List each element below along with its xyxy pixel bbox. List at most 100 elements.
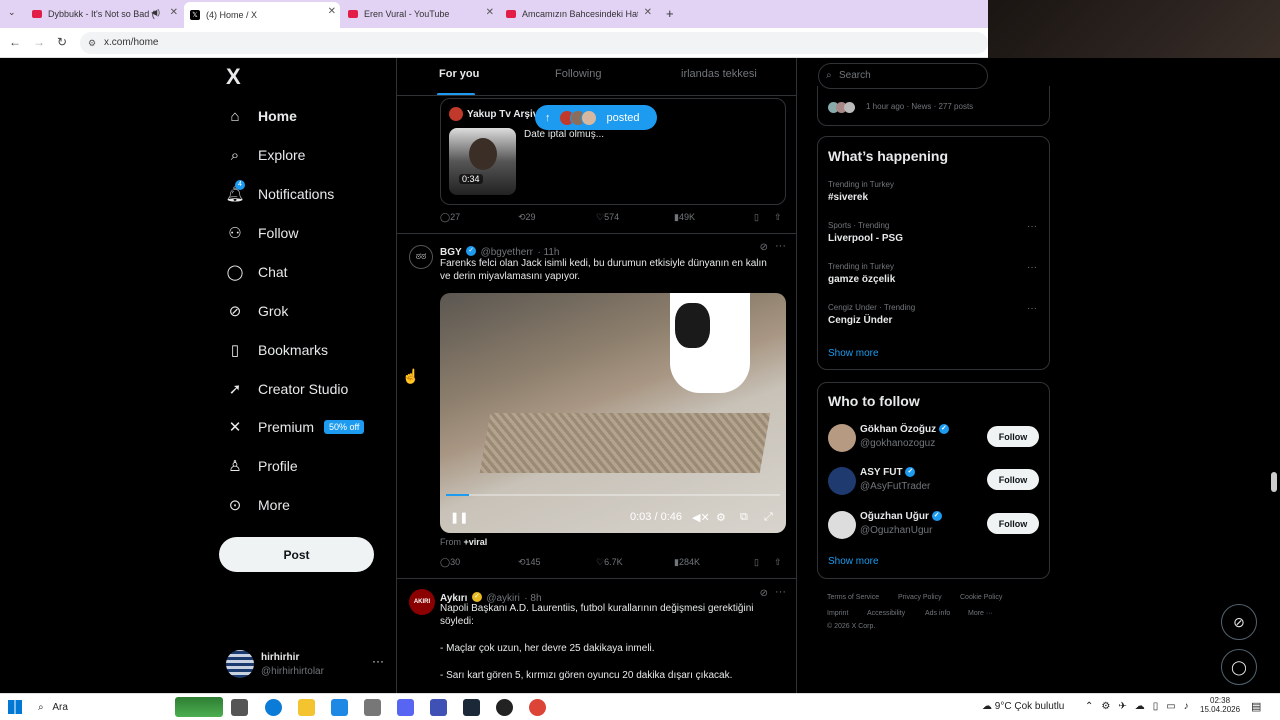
tab-list-dropdown[interactable]: ⌄ bbox=[8, 7, 16, 18]
new-posts-pill[interactable]: ↑ posted bbox=[535, 105, 657, 130]
settings-icon[interactable]: ⚙ bbox=[716, 511, 726, 524]
trend-title[interactable]: Liverpool - PSG bbox=[828, 233, 903, 244]
nav-follow[interactable]: ⚇ Follow bbox=[226, 218, 298, 248]
browser-tab-4[interactable]: Amcamızın Bahcesindeki Hatala ✕ bbox=[500, 3, 656, 25]
footer-link[interactable]: Cookie Policy bbox=[960, 594, 1002, 601]
trend-more-icon[interactable]: ··· bbox=[1027, 262, 1037, 273]
suggestion-name[interactable]: ASY FUT ✓ bbox=[860, 467, 916, 478]
mute-icon[interactable]: ◀✕ bbox=[692, 511, 710, 524]
close-tab-icon[interactable]: ✕ bbox=[486, 7, 494, 18]
task-view-icon[interactable] bbox=[231, 699, 248, 716]
footer-link[interactable]: Imprint bbox=[827, 610, 848, 617]
footer-link[interactable]: More ··· bbox=[968, 610, 993, 617]
chrome-icon[interactable] bbox=[529, 699, 546, 716]
browser-tab-1[interactable]: Dybbukk - It's Not so Bad ( ◀) ✕ bbox=[26, 3, 182, 25]
share-icon[interactable]: ⇧ bbox=[774, 557, 782, 568]
windows-start-icon[interactable] bbox=[8, 700, 22, 714]
suggestion-name[interactable]: Oğuzhan Uğur ✓ bbox=[860, 511, 942, 522]
more-options-icon[interactable]: ··· bbox=[775, 586, 786, 598]
trend-title[interactable]: Cengiz Ünder bbox=[828, 315, 892, 326]
taskbar-search[interactable]: ⌕ Ara bbox=[32, 698, 172, 717]
notification-center-icon[interactable]: ▤ bbox=[1251, 700, 1261, 713]
show-more-link[interactable]: Show more bbox=[828, 556, 879, 567]
clock[interactable]: 02:38 15.04.2026 bbox=[1200, 696, 1240, 714]
pip-icon[interactable]: ⧉ bbox=[740, 511, 748, 524]
footer-link[interactable]: Accessibility bbox=[867, 610, 905, 617]
reply-button[interactable]: ◯ 30 bbox=[440, 557, 460, 568]
repost-button[interactable]: ⟲ 29 bbox=[518, 212, 536, 223]
trend-more-icon[interactable]: ··· bbox=[1027, 303, 1037, 314]
obs-icon[interactable] bbox=[496, 699, 513, 716]
repost-button[interactable]: ⟲ 145 bbox=[518, 557, 541, 568]
tab-for-you[interactable]: For you bbox=[439, 68, 479, 80]
views-button[interactable]: ▮ 49K bbox=[674, 212, 695, 223]
reply-button[interactable]: ◯ 27 bbox=[440, 212, 460, 223]
trend-title[interactable]: #siverek bbox=[828, 192, 868, 203]
browser-tab-2[interactable]: 𝕏 (4) Home / X ✕ bbox=[184, 2, 340, 28]
chat-float-button[interactable]: ◯ bbox=[1221, 649, 1257, 685]
system-tray[interactable]: ⌃⚙✈☁▯▭♪ bbox=[1085, 701, 1197, 712]
quoted-thumbnail[interactable]: 0:34 bbox=[449, 128, 516, 195]
close-tab-icon[interactable]: ✕ bbox=[328, 6, 336, 17]
site-info-icon[interactable]: ⚙ bbox=[88, 32, 96, 54]
nav-explore[interactable]: ⌕ Explore bbox=[226, 140, 306, 170]
trend-title[interactable]: gamze özçelik bbox=[828, 274, 895, 285]
grok-float-button[interactable]: ⊘ bbox=[1221, 604, 1257, 640]
nav-grok[interactable]: ⊘ Grok bbox=[226, 296, 289, 326]
tab-irlandas-tekkesi[interactable]: irlandas tekkesi bbox=[681, 68, 757, 80]
post-button[interactable]: Post bbox=[219, 537, 374, 572]
discord-icon[interactable] bbox=[397, 699, 414, 716]
new-tab-button[interactable]: + bbox=[666, 6, 674, 21]
nav-premium[interactable]: ✕ Premium 50% off bbox=[226, 412, 365, 442]
forward-icon[interactable]: → bbox=[33, 35, 45, 49]
account-switcher[interactable]: hirhirhir @hirhirhirtolar ··· bbox=[226, 648, 388, 684]
nav-profile[interactable]: ♙ Profile bbox=[226, 451, 297, 481]
follow-button[interactable]: Follow bbox=[987, 469, 1039, 490]
account-more-icon[interactable]: ··· bbox=[372, 654, 384, 668]
browser-tab-3[interactable]: Eren Vural - YouTube ✕ bbox=[342, 3, 498, 25]
follow-button[interactable]: Follow bbox=[987, 513, 1039, 534]
speaker-icon[interactable]: ◀) bbox=[151, 8, 160, 17]
news-card[interactable]: 1 hour ago · News · 277 posts bbox=[817, 86, 1050, 126]
bookmark-icon[interactable]: ▯ bbox=[754, 212, 759, 223]
tab-following[interactable]: Following bbox=[555, 68, 601, 80]
store-icon[interactable] bbox=[331, 699, 348, 716]
nav-home[interactable]: ⌂ Home bbox=[226, 101, 296, 131]
grok-icon[interactable]: ⊘ bbox=[760, 242, 768, 253]
reload-icon[interactable]: ↻ bbox=[57, 35, 67, 49]
steam-icon[interactable] bbox=[463, 699, 480, 716]
avatar[interactable] bbox=[828, 511, 856, 539]
video-player[interactable]: ❚❚ 0:03 / 0:46 ◀✕ ⚙ ⧉ ⤢ bbox=[440, 293, 786, 533]
follow-button[interactable]: Follow bbox=[987, 426, 1039, 447]
files-icon[interactable] bbox=[364, 699, 381, 716]
from-source-link[interactable]: +viral bbox=[464, 537, 488, 547]
app-icon[interactable] bbox=[430, 699, 447, 716]
footer-link[interactable]: Terms of Service bbox=[827, 594, 879, 601]
file-explorer-icon[interactable] bbox=[298, 699, 315, 716]
avatar[interactable] bbox=[828, 424, 856, 452]
share-icon[interactable]: ⇧ bbox=[774, 212, 782, 223]
close-tab-icon[interactable]: ✕ bbox=[644, 7, 652, 18]
views-button[interactable]: ▮ 284K bbox=[674, 557, 700, 568]
grok-icon[interactable]: ⊘ bbox=[760, 588, 768, 599]
like-button[interactable]: ♡ 6.7K bbox=[596, 557, 623, 568]
show-more-link[interactable]: Show more bbox=[828, 348, 879, 359]
trend-more-icon[interactable]: ··· bbox=[1027, 221, 1037, 232]
video-progress-bar[interactable] bbox=[446, 494, 780, 496]
close-tab-icon[interactable]: ✕ bbox=[170, 7, 178, 18]
suggestion-name[interactable]: Gökhan Özoğuz ✓ bbox=[860, 424, 949, 435]
footer-link[interactable]: Ads info bbox=[925, 610, 950, 617]
back-icon[interactable]: ← bbox=[9, 35, 21, 49]
pause-icon[interactable]: ❚❚ bbox=[450, 511, 468, 524]
nav-notifications[interactable]: 🔔︎ 4 Notifications bbox=[225, 179, 334, 209]
more-options-icon[interactable]: ··· bbox=[775, 240, 786, 252]
like-button[interactable]: ♡ 574 bbox=[596, 212, 619, 223]
fullscreen-icon[interactable]: ⤢ bbox=[764, 511, 773, 524]
nav-creator-studio[interactable]: ➚ Creator Studio bbox=[226, 374, 349, 404]
nav-bookmarks[interactable]: ▯ Bookmarks bbox=[226, 335, 328, 365]
avatar[interactable] bbox=[828, 467, 856, 495]
nav-chat[interactable]: ◯ Chat bbox=[226, 257, 288, 287]
address-bar[interactable]: ⚙ x.com/home bbox=[80, 32, 988, 54]
footer-link[interactable]: Privacy Policy bbox=[898, 594, 942, 601]
weather-widget[interactable]: ☁ 9°C Çok bulutlu bbox=[982, 701, 1064, 712]
